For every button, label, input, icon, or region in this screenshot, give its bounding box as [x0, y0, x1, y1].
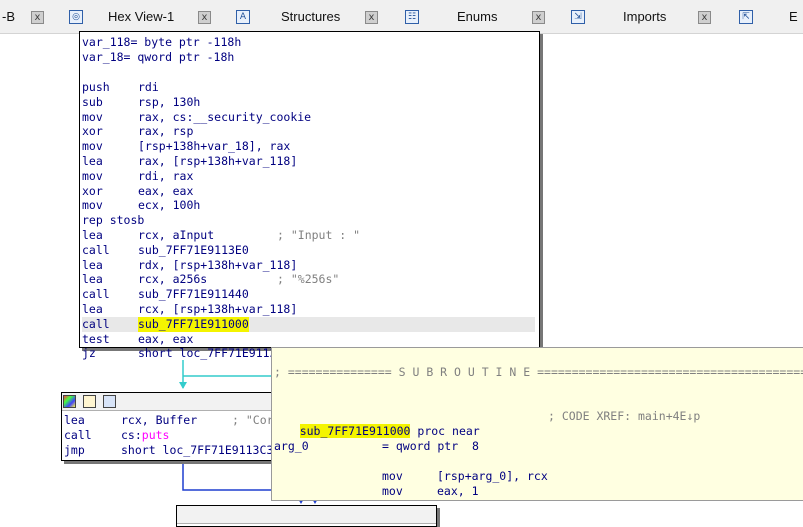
asm-line[interactable]: mov rax, cs:__security_cookie: [82, 110, 535, 125]
asm-line[interactable]: call sub_7FF71E9113E0: [82, 243, 535, 258]
operand: [rsp+138h+var_18], rax: [138, 139, 291, 154]
popup-operand: [rsp+arg_0], rcx: [437, 469, 548, 483]
proc-keyword: proc near: [410, 424, 480, 438]
operand: rsp, 130h: [138, 94, 201, 109]
comment: ; "Cor: [232, 413, 274, 427]
mnemonic: sub: [82, 94, 103, 109]
mnemonic: xor: [82, 183, 103, 198]
operand: rcx, [rsp+138h+var_118]: [138, 302, 298, 316]
var-line: var_18= qword ptr -18h: [82, 50, 235, 64]
asm-line[interactable]: mov rdi, rax: [82, 169, 535, 184]
mnemonic: call: [82, 242, 110, 257]
code-block-main[interactable]: var_118= byte ptr -118h var_18= qword pt…: [79, 31, 540, 360]
code-xref[interactable]: ; CODE XREF: main+4E↓p: [548, 409, 700, 424]
arg-name: arg_0: [274, 439, 309, 453]
operand: eax, eax: [138, 183, 194, 198]
mnemonic: call: [82, 316, 110, 331]
node-header: [62, 393, 273, 411]
asm-line[interactable]: lea rax, [rsp+138h+var_118]: [82, 154, 535, 169]
asm-line[interactable]: call sub_7FF71E911000: [82, 316, 535, 332]
import-name[interactable]: puts: [142, 428, 170, 442]
mnemonic: lea: [82, 228, 103, 242]
operand: short loc_7FF71E9113C3: [121, 442, 274, 457]
asm-line[interactable]: xor rax, rsp: [82, 124, 535, 139]
edit-icon[interactable]: [83, 395, 96, 408]
asm-line[interactable]: mov [rsp+138h+var_18], rax: [82, 139, 535, 154]
mnemonic: call: [82, 287, 110, 302]
mnemonic: lea: [82, 272, 103, 287]
code-block-side[interactable]: lea rcx, Buffer ; "Cor call cs:puts jmp short …: [61, 392, 274, 461]
mnemonic: call: [64, 427, 92, 442]
comment: ; "Input : ": [277, 228, 361, 242]
asm-line[interactable]: jmp short loc_7FF71E9113C3: [64, 442, 273, 458]
mnemonic: test: [82, 331, 110, 346]
mnemonic: push: [82, 80, 110, 94]
mnemonic: rep stosb: [82, 213, 145, 228]
operand: ecx, 100h: [138, 198, 201, 213]
mnemonic: lea: [64, 413, 85, 427]
arg-def: = qword ptr 8: [382, 439, 479, 453]
asm-line[interactable]: lea rcx, [rsp+138h+var_118]: [82, 302, 535, 317]
var-line: var_118= byte ptr -118h: [82, 35, 242, 49]
asm-line[interactable]: push rdi: [82, 80, 535, 95]
mnemonic: jmp: [64, 442, 85, 457]
asm-line[interactable]: call sub_7FF71E911440: [82, 287, 535, 302]
proc-name[interactable]: sub_7FF71E911000: [299, 424, 411, 438]
operand: eax, eax: [138, 331, 194, 346]
operand: sub_7FF71E911440: [138, 287, 249, 302]
color-palette-icon[interactable]: [63, 395, 76, 408]
asm-line[interactable]: test eax, eax: [82, 332, 535, 347]
mnemonic: mov: [82, 109, 103, 124]
mnemonic: jz: [82, 346, 96, 361]
operand: rcx, aInput: [138, 228, 215, 242]
asm-line[interactable]: lea rcx, aInput ; "Input : ": [82, 228, 535, 243]
mnemonic: lea: [82, 154, 103, 168]
operand: rcx, Buffer: [121, 413, 198, 427]
operand: rax, [rsp+138h+var_118]: [138, 154, 298, 168]
mnemonic: lea: [82, 302, 103, 316]
operand: short loc_7FF71E9113C: [138, 346, 284, 361]
asm-line[interactable]: lea rcx, Buffer ; "Cor: [64, 413, 274, 428]
edge-arrowhead: [179, 382, 187, 389]
subroutine-hint-popup: ; =============== S U B R O U T I N E ==…: [271, 347, 803, 501]
comment: ; "%256s": [277, 272, 340, 287]
proc-line: sub_7FF71E911000 proc near: [272, 409, 480, 438]
mnemonic: xor: [82, 124, 103, 139]
operand: cs:puts: [121, 427, 170, 442]
asm-line[interactable]: call cs:puts: [64, 428, 269, 443]
group-icon[interactable]: [103, 395, 116, 408]
asm-line[interactable]: rep stosb: [82, 213, 535, 228]
operand: sub_7FF71E9113E0: [138, 242, 249, 257]
operand: rdi, rax: [138, 168, 194, 183]
popup-mnemonic: mov: [382, 469, 403, 483]
mnemonic: mov: [82, 198, 103, 213]
operand: rcx, a256s: [138, 272, 208, 287]
operand: rdi: [138, 80, 159, 94]
asm-line[interactable]: lea rcx, a256s ; "%256s": [82, 272, 535, 287]
mnemonic: lea: [82, 257, 103, 272]
popup-mnemonic: mov: [382, 484, 403, 498]
popup-operand: eax, 1: [437, 484, 479, 498]
code-block-bottom[interactable]: [176, 505, 437, 527]
operand: rdx, [rsp+138h+var_118]: [138, 257, 298, 272]
asm-line[interactable]: sub rsp, 130h: [82, 95, 535, 110]
asm-line[interactable]: lea rdx, [rsp+138h+var_118]: [82, 258, 535, 273]
mnemonic: mov: [82, 168, 103, 183]
asm-line[interactable]: xor eax, eax: [82, 184, 535, 199]
operand: rax, cs:__security_cookie: [138, 109, 312, 124]
node-header: [177, 506, 436, 524]
mnemonic: mov: [82, 139, 103, 154]
operand: sub_7FF71E911000: [138, 316, 249, 332]
operand: rax, rsp: [138, 124, 194, 139]
asm-line[interactable]: mov ecx, 100h: [82, 198, 535, 213]
subroutine-separator: ; =============== S U B R O U T I N E ==…: [274, 365, 803, 379]
